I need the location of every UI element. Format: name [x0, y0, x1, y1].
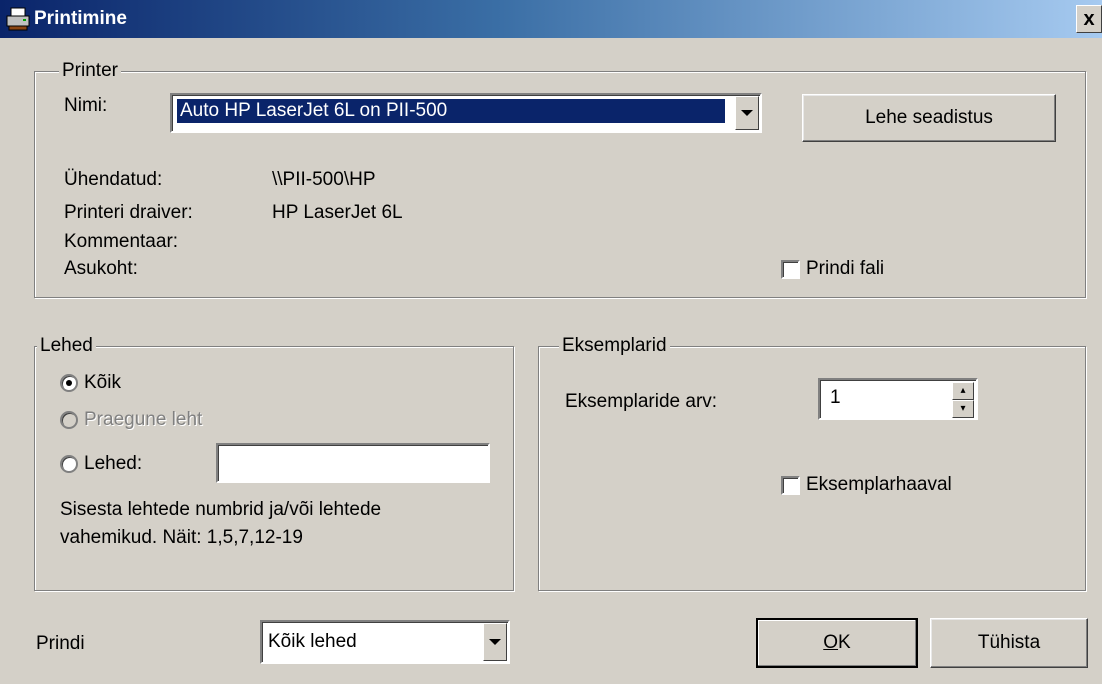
copies-spinner[interactable]: ▴ ▾ — [952, 382, 974, 418]
copies-count-input[interactable]: 1 ▴ ▾ — [818, 378, 978, 420]
current-page-radio[interactable] — [60, 411, 78, 429]
pages-range-label[interactable]: Lehed: — [84, 453, 142, 475]
collate-label[interactable]: Eksemplarhaaval — [806, 474, 952, 496]
print-to-file-label[interactable]: Prindi fali — [806, 258, 884, 280]
printer-icon — [6, 7, 30, 31]
copies-legend: Eksemplarid — [559, 335, 670, 357]
pages-range-input[interactable] — [216, 443, 490, 483]
cancel-button[interactable]: Tühista — [930, 618, 1088, 668]
current-page-label[interactable]: Praegune leht — [84, 409, 202, 431]
print-range-value: Kõik lehed — [268, 631, 357, 652]
collate-checkbox[interactable] — [781, 476, 800, 495]
connected-value: \\PII-500\HP — [272, 169, 376, 190]
spin-down-icon[interactable]: ▾ — [952, 400, 974, 418]
ok-mnemonic: O — [823, 632, 839, 653]
copies-count-label: Eksemplaride arv: — [565, 391, 718, 412]
spin-up-icon[interactable]: ▴ — [952, 382, 974, 400]
close-button[interactable]: x — [1076, 5, 1102, 33]
printer-legend: Printer — [59, 60, 121, 82]
printer-name-label: Nimi: — [64, 95, 108, 116]
copies-group: Eksemplarid — [538, 335, 1086, 591]
chevron-down-icon[interactable] — [483, 623, 507, 661]
printer-name-select[interactable]: Auto HP LaserJet 6L on PII-500 — [170, 93, 762, 133]
all-pages-label[interactable]: Kõik — [84, 372, 121, 394]
comment-label: Kommentaar: — [64, 231, 179, 252]
connected-label: Ühendatud: — [64, 169, 163, 190]
all-pages-radio[interactable] — [60, 374, 78, 392]
copies-count-value: 1 — [830, 387, 841, 408]
ok-rest: K — [838, 632, 851, 653]
page-setup-button[interactable]: Lehe seadistus — [802, 94, 1056, 142]
print-range-select[interactable]: Kõik lehed — [260, 620, 510, 664]
print-to-file-checkbox[interactable] — [781, 260, 800, 279]
window-title: Printimine — [34, 8, 127, 29]
pages-hint-line2: vahemikud. Näit: 1,5,7,12-19 — [60, 527, 303, 548]
driver-value: HP LaserJet 6L — [272, 202, 403, 223]
printer-name-value: Auto HP LaserJet 6L on PII-500 — [177, 99, 725, 123]
ok-button[interactable]: OK — [756, 618, 918, 668]
chevron-down-icon[interactable] — [735, 96, 759, 130]
pages-legend: Lehed — [37, 335, 96, 357]
print-range-label: Prindi — [36, 633, 85, 654]
pages-range-radio[interactable] — [60, 455, 78, 473]
pages-hint-line1: Sisesta lehtede numbrid ja/või lehtede — [60, 499, 382, 520]
title-bar: Printimine x — [0, 0, 1102, 38]
location-label: Asukoht: — [64, 258, 138, 279]
driver-label: Printeri draiver: — [64, 202, 193, 223]
